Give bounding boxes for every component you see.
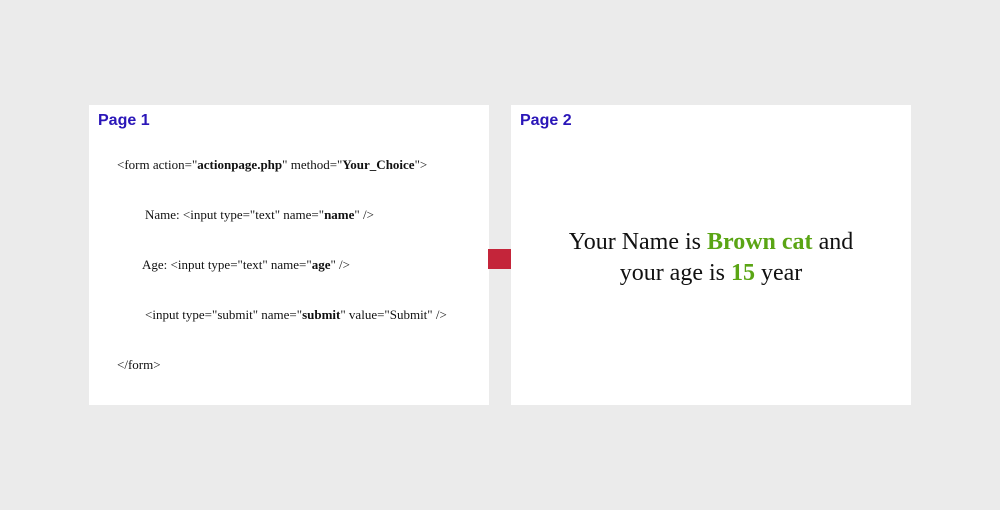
code-age-prefix: Age: <input type="text" name=" (142, 257, 312, 272)
code-form-open-mid: " method=" (282, 157, 343, 172)
result-message: Your Name is Brown cat and your age is 15… (511, 227, 911, 289)
code-submit-suffix: " value="Submit" /> (340, 307, 447, 322)
code-age-input-line: Age: <input type="text" name="age" /> (142, 257, 350, 273)
result-text-part-2: and (812, 229, 854, 255)
code-form-action: actionpage.php (197, 157, 283, 172)
result-age-value: 15 (731, 260, 755, 286)
page-1-title: Page 1 (98, 112, 150, 129)
code-form-open-prefix: <form action=" (117, 157, 198, 172)
code-form-open-suffix: "> (414, 157, 428, 172)
code-name-prefix: Name: <input type="text" name=" (145, 207, 325, 222)
code-age-suffix: " /> (330, 257, 350, 272)
page-2-title: Page 2 (520, 112, 572, 129)
code-submit-attr: submit (302, 307, 341, 322)
result-text-part-1: Your Name is (568, 229, 707, 255)
page-1-panel: Page 1 <form action="actionpage.php" met… (89, 105, 489, 405)
code-form-close-line: </form> (117, 357, 161, 372)
code-age-attr: age (311, 257, 331, 272)
result-name-value: Brown cat (707, 229, 813, 255)
code-name-input-line: Name: <input type="text" name="name" /> (145, 207, 374, 223)
code-form-open-line: <form action="actionpage.php" method="Yo… (117, 157, 427, 173)
code-name-attr: name (324, 207, 355, 222)
code-submit-input-line: <input type="submit" name="submit" value… (145, 307, 447, 323)
result-text-part-4: year (755, 260, 803, 286)
page-2-panel: Page 2 Your Name is Brown cat and your ag… (511, 105, 911, 405)
code-submit-prefix: <input type="submit" name=" (145, 307, 303, 322)
result-text-part-3: your age is (619, 260, 731, 286)
code-form-method: Your_Choice (342, 157, 415, 172)
code-name-suffix: " /> (354, 207, 374, 222)
